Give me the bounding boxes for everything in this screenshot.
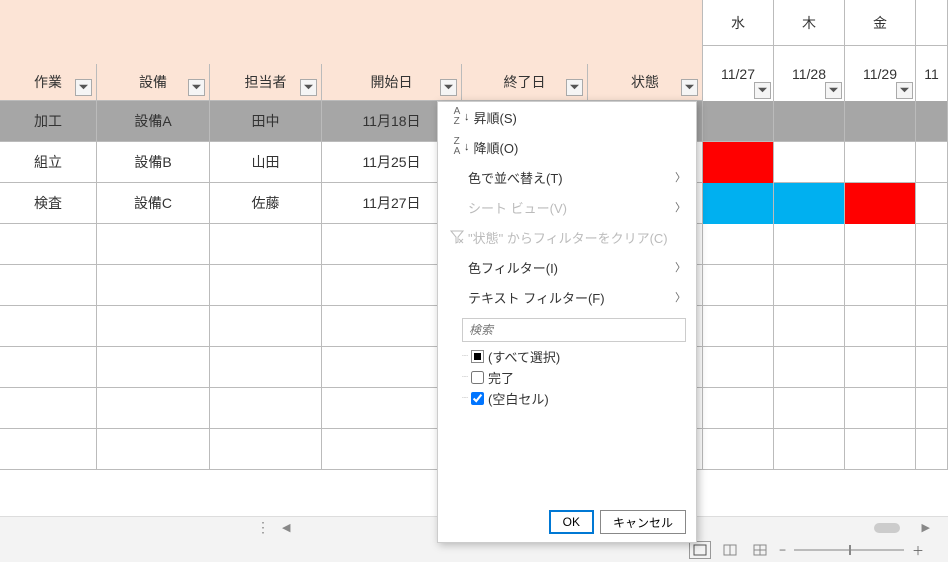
col-header-task: 作業 [0, 64, 97, 100]
filter-button-person[interactable] [300, 79, 317, 96]
filter-search-input[interactable] [462, 318, 686, 342]
cell-person[interactable]: 佐藤 [210, 183, 322, 223]
chevron-right-icon: 〉 [675, 289, 686, 305]
gantt-cell[interactable] [774, 142, 845, 183]
filter-button-end[interactable] [566, 79, 583, 96]
checkbox[interactable] [471, 371, 484, 384]
cell-person[interactable]: 田中 [210, 101, 322, 141]
gantt-cell[interactable] [916, 183, 948, 224]
filter-button-start[interactable] [440, 79, 457, 96]
filter-select-all[interactable]: ┈ (すべて選択) [462, 346, 686, 367]
day-columns: 水 木 金 11/27 11/28 11/29 11 [703, 0, 948, 101]
chevron-right-icon: 〉 [675, 259, 686, 275]
cancel-button[interactable]: キャンセル [600, 510, 686, 534]
sheet-tab-scroll-dots[interactable]: ⋮ [256, 519, 270, 536]
gantt-cell[interactable] [845, 101, 916, 142]
gantt-cell[interactable] [845, 183, 916, 224]
gantt-cell[interactable] [916, 101, 948, 142]
sort-by-color[interactable]: 色で並べ替え(T) 〉 [438, 162, 696, 192]
view-normal-icon[interactable] [689, 541, 711, 559]
gantt-cell[interactable] [845, 142, 916, 183]
filter-button-day2[interactable] [825, 82, 842, 99]
cell-task[interactable]: 組立 [0, 142, 97, 182]
chevron-right-icon: 〉 [675, 199, 686, 215]
col-header-end: 終了日 [462, 64, 588, 100]
sort-descending[interactable]: ZA ↓ 降順(O) [438, 132, 696, 162]
zoom-out-button[interactable]: − [779, 543, 786, 557]
zoom-in-button[interactable]: ＋ [912, 542, 924, 559]
date-header-4: 11 [916, 46, 948, 101]
cell-task[interactable]: 検査 [0, 183, 97, 223]
cell-equip[interactable]: 設備C [97, 183, 210, 223]
clear-filter-icon [446, 230, 468, 244]
checkbox[interactable] [471, 392, 484, 405]
autofilter-menu: AZ ↓ 昇順(S) ZA ↓ 降順(O) 色で並べ替え(T) 〉 シート ビュ… [437, 101, 697, 543]
col-header-state: 状態 [588, 64, 703, 100]
date-header-1: 11/27 [703, 46, 774, 101]
text-filter[interactable]: テキスト フィルター(F) 〉 [438, 282, 696, 312]
ok-button[interactable]: OK [549, 510, 594, 534]
clear-filter: "状態" からフィルターをクリア(C) [438, 222, 696, 252]
gantt-cell[interactable] [774, 183, 845, 224]
col-header-equip: 設備 [97, 64, 210, 100]
scroll-left-icon[interactable]: ◀ [282, 521, 290, 534]
zoom-slider[interactable] [794, 549, 904, 551]
day-header-thu: 木 [774, 0, 845, 46]
chevron-right-icon: 〉 [675, 169, 686, 185]
filter-value-tree: ┈ (すべて選択) ┈ 完了 ┈ (空白セル) [462, 346, 686, 496]
cell-equip[interactable]: 設備B [97, 142, 210, 182]
scroll-right-icon[interactable]: ▶ [922, 521, 930, 534]
cell-task[interactable]: 加工 [0, 101, 97, 141]
gantt-cell[interactable] [703, 142, 774, 183]
filter-menu-buttons: OK キャンセル [438, 502, 696, 542]
day-header-wed: 水 [703, 0, 774, 46]
view-page-layout-icon[interactable] [719, 541, 741, 559]
filter-button-day3[interactable] [896, 82, 913, 99]
filter-option-blank[interactable]: ┈ (空白セル) [462, 388, 686, 409]
day-header-fri: 金 [845, 0, 916, 46]
filter-button-state[interactable] [681, 79, 698, 96]
col-header-start: 開始日 [322, 64, 462, 100]
color-filter[interactable]: 色フィルター(I) 〉 [438, 252, 696, 282]
day-header-overflow [916, 0, 948, 46]
scrollbar-thumb[interactable] [874, 523, 900, 533]
gantt-cell[interactable] [916, 142, 948, 183]
filter-button-task[interactable] [75, 79, 92, 96]
sort-ascending[interactable]: AZ ↓ 昇順(S) [438, 102, 696, 132]
filter-option-done[interactable]: ┈ 完了 [462, 367, 686, 388]
col-header-person: 担当者 [210, 64, 322, 100]
gantt-cell[interactable] [774, 101, 845, 142]
filter-search-box [462, 318, 686, 342]
filter-button-equip[interactable] [188, 79, 205, 96]
view-page-break-icon[interactable] [749, 541, 771, 559]
cell-person[interactable]: 山田 [210, 142, 322, 182]
filter-button-day1[interactable] [754, 82, 771, 99]
date-header-3: 11/29 [845, 46, 916, 101]
gantt-cell[interactable] [703, 101, 774, 142]
column-header-row: 作業 設備 担当者 開始日 終了日 状態 [0, 64, 703, 100]
date-header-2: 11/28 [774, 46, 845, 101]
cell-equip[interactable]: 設備A [97, 101, 210, 141]
gantt-cell[interactable] [703, 183, 774, 224]
sheet-view: シート ビュー(V) 〉 [438, 192, 696, 222]
